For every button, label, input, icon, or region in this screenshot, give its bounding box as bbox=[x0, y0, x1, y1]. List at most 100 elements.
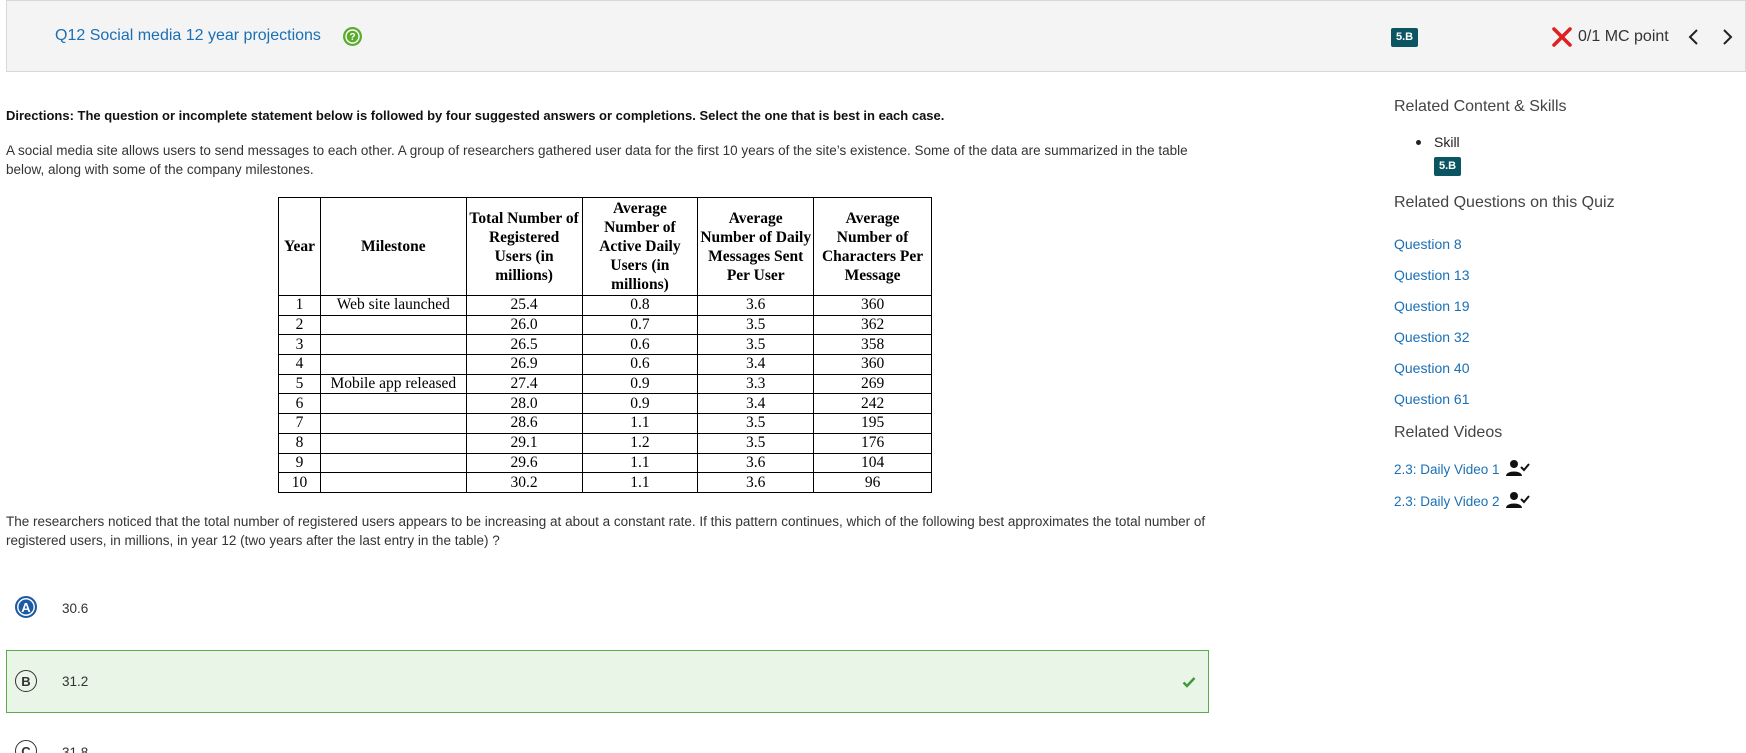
cell-milestone: Mobile app released bbox=[319, 373, 467, 395]
cell-daily-messages: 3.6 bbox=[697, 452, 815, 474]
related-video-link[interactable]: 2.3: Daily Video 2 bbox=[1394, 491, 1530, 512]
cell-milestone bbox=[319, 452, 467, 474]
related-videos-heading: Related Videos bbox=[1394, 424, 1503, 441]
related-question-link[interactable]: Question 32 bbox=[1394, 329, 1470, 345]
cell-daily-messages: 3.5 bbox=[697, 314, 815, 336]
cell-milestone bbox=[319, 413, 467, 434]
table-row: 2 26.0 0.7 3.5 362 bbox=[278, 314, 932, 336]
related-question-link[interactable]: Question 8 bbox=[1394, 236, 1462, 252]
bullet-icon bbox=[1416, 140, 1421, 145]
video-link-label: 2.3: Daily Video 1 bbox=[1394, 462, 1500, 477]
cell-daily-messages: 3.5 bbox=[697, 413, 815, 434]
header-daily-messages: Average Number of Daily Messages Sent Pe… bbox=[697, 197, 815, 296]
person-check-icon bbox=[1505, 459, 1530, 480]
previous-question-icon[interactable] bbox=[1687, 27, 1701, 52]
cell-year: 6 bbox=[278, 393, 321, 415]
cell-characters: 195 bbox=[813, 413, 932, 434]
person-check-icon bbox=[1505, 491, 1530, 512]
cell-registered-users: 26.5 bbox=[465, 334, 583, 356]
cell-daily-messages: 3.5 bbox=[697, 334, 815, 356]
cell-characters: 269 bbox=[813, 373, 932, 395]
table-row: 4 26.9 0.6 3.4 360 bbox=[278, 354, 932, 375]
related-video-link[interactable]: 2.3: Daily Video 1 bbox=[1394, 459, 1530, 480]
related-question-link[interactable]: Question 61 bbox=[1394, 391, 1470, 407]
stimulus-text: A social media site allows users to send… bbox=[6, 143, 1188, 177]
cell-active-daily-users: 1.1 bbox=[581, 472, 699, 493]
skill-badge: 5.B bbox=[1391, 28, 1419, 47]
related-question-link[interactable]: Question 19 bbox=[1394, 298, 1470, 314]
choice-text-c: 31.8 bbox=[62, 745, 89, 753]
cell-registered-users: 25.4 bbox=[465, 295, 583, 316]
answer-choice-b[interactable]: B 31.2 bbox=[6, 650, 1209, 713]
cell-year: 1 bbox=[278, 295, 321, 316]
cell-milestone bbox=[319, 314, 467, 336]
cell-characters: 360 bbox=[813, 354, 932, 375]
cell-year: 8 bbox=[278, 432, 321, 454]
table-row: 9 29.6 1.1 3.6 104 bbox=[278, 452, 932, 474]
choice-text-a: 30.6 bbox=[62, 601, 89, 616]
cell-active-daily-users: 0.8 bbox=[581, 295, 699, 316]
related-question-link[interactable]: Question 13 bbox=[1394, 267, 1470, 283]
question-header: Q12 Social media 12 year projections ? 5… bbox=[6, 0, 1746, 72]
cell-daily-messages: 3.3 bbox=[697, 373, 815, 395]
cell-milestone bbox=[319, 334, 467, 356]
cell-characters: 360 bbox=[813, 295, 932, 316]
cell-registered-users: 26.0 bbox=[465, 314, 583, 336]
answer-choice-a[interactable]: A 30.6 bbox=[6, 596, 1209, 622]
cell-characters: 96 bbox=[813, 472, 932, 493]
table-row: 8 29.1 1.2 3.5 176 bbox=[278, 432, 932, 454]
skill-label: Skill bbox=[1434, 134, 1460, 150]
cell-milestone bbox=[319, 472, 467, 493]
cell-active-daily-users: 0.6 bbox=[581, 334, 699, 356]
header-characters-per-message: Average Number of Characters Per Message bbox=[813, 197, 932, 296]
data-table: Year Milestone Total Number of Registere… bbox=[278, 197, 932, 493]
table-row: 6 28.0 0.9 3.4 242 bbox=[278, 393, 932, 415]
table-row: 10 30.2 1.1 3.6 96 bbox=[278, 472, 932, 493]
cell-registered-users: 30.2 bbox=[465, 472, 583, 493]
cell-characters: 358 bbox=[813, 334, 932, 356]
table-row: 1 Web site launched 25.4 0.8 3.6 360 bbox=[278, 295, 932, 316]
correct-check-icon bbox=[1182, 675, 1196, 693]
table-row: 7 28.6 1.1 3.5 195 bbox=[278, 413, 932, 434]
cell-registered-users: 26.9 bbox=[465, 354, 583, 375]
cell-daily-messages: 3.4 bbox=[697, 393, 815, 415]
cell-year: 5 bbox=[278, 373, 321, 395]
table-header-row: Year Milestone Total Number of Registere… bbox=[278, 197, 932, 296]
related-question-link[interactable]: Question 40 bbox=[1394, 360, 1470, 376]
cell-characters: 362 bbox=[813, 314, 932, 336]
cell-active-daily-users: 0.9 bbox=[581, 393, 699, 415]
cell-active-daily-users: 0.6 bbox=[581, 354, 699, 375]
cell-registered-users: 28.6 bbox=[465, 413, 583, 434]
choice-letter-a: A bbox=[15, 596, 37, 618]
cell-year: 9 bbox=[278, 452, 321, 474]
incorrect-x-icon bbox=[1551, 26, 1573, 53]
header-year: Year bbox=[278, 197, 321, 296]
table-row: 5 Mobile app released 27.4 0.9 3.3 269 bbox=[278, 373, 932, 395]
cell-milestone bbox=[319, 354, 467, 375]
cell-daily-messages: 3.6 bbox=[697, 295, 815, 316]
directions-text: Directions: The question or incomplete s… bbox=[6, 108, 945, 123]
cell-year: 2 bbox=[278, 314, 321, 336]
choice-letter-b: B bbox=[15, 670, 37, 692]
header-milestone: Milestone bbox=[319, 197, 467, 296]
cell-milestone: Web site launched bbox=[319, 295, 467, 316]
choice-text-b: 31.2 bbox=[62, 674, 89, 689]
cell-year: 4 bbox=[278, 354, 321, 375]
cell-year: 10 bbox=[278, 472, 321, 493]
svg-text:?: ? bbox=[349, 32, 355, 43]
help-icon[interactable]: ? bbox=[343, 27, 362, 46]
cell-milestone bbox=[319, 393, 467, 415]
related-content-heading: Related Content & Skills bbox=[1394, 98, 1567, 115]
cell-active-daily-users: 0.7 bbox=[581, 314, 699, 336]
sidebar-skill-badge: 5.B bbox=[1434, 157, 1462, 176]
cell-registered-users: 29.6 bbox=[465, 452, 583, 474]
points-score: 0/1 MC point bbox=[1578, 28, 1669, 45]
cell-daily-messages: 3.6 bbox=[697, 472, 815, 493]
cell-active-daily-users: 1.2 bbox=[581, 432, 699, 454]
cell-registered-users: 29.1 bbox=[465, 432, 583, 454]
question-text: The researchers noticed that the total n… bbox=[6, 514, 1206, 548]
answer-choice-c[interactable]: C 31.8 bbox=[6, 740, 1209, 753]
cell-registered-users: 28.0 bbox=[465, 393, 583, 415]
next-question-icon[interactable] bbox=[1720, 27, 1734, 52]
cell-daily-messages: 3.5 bbox=[697, 432, 815, 454]
